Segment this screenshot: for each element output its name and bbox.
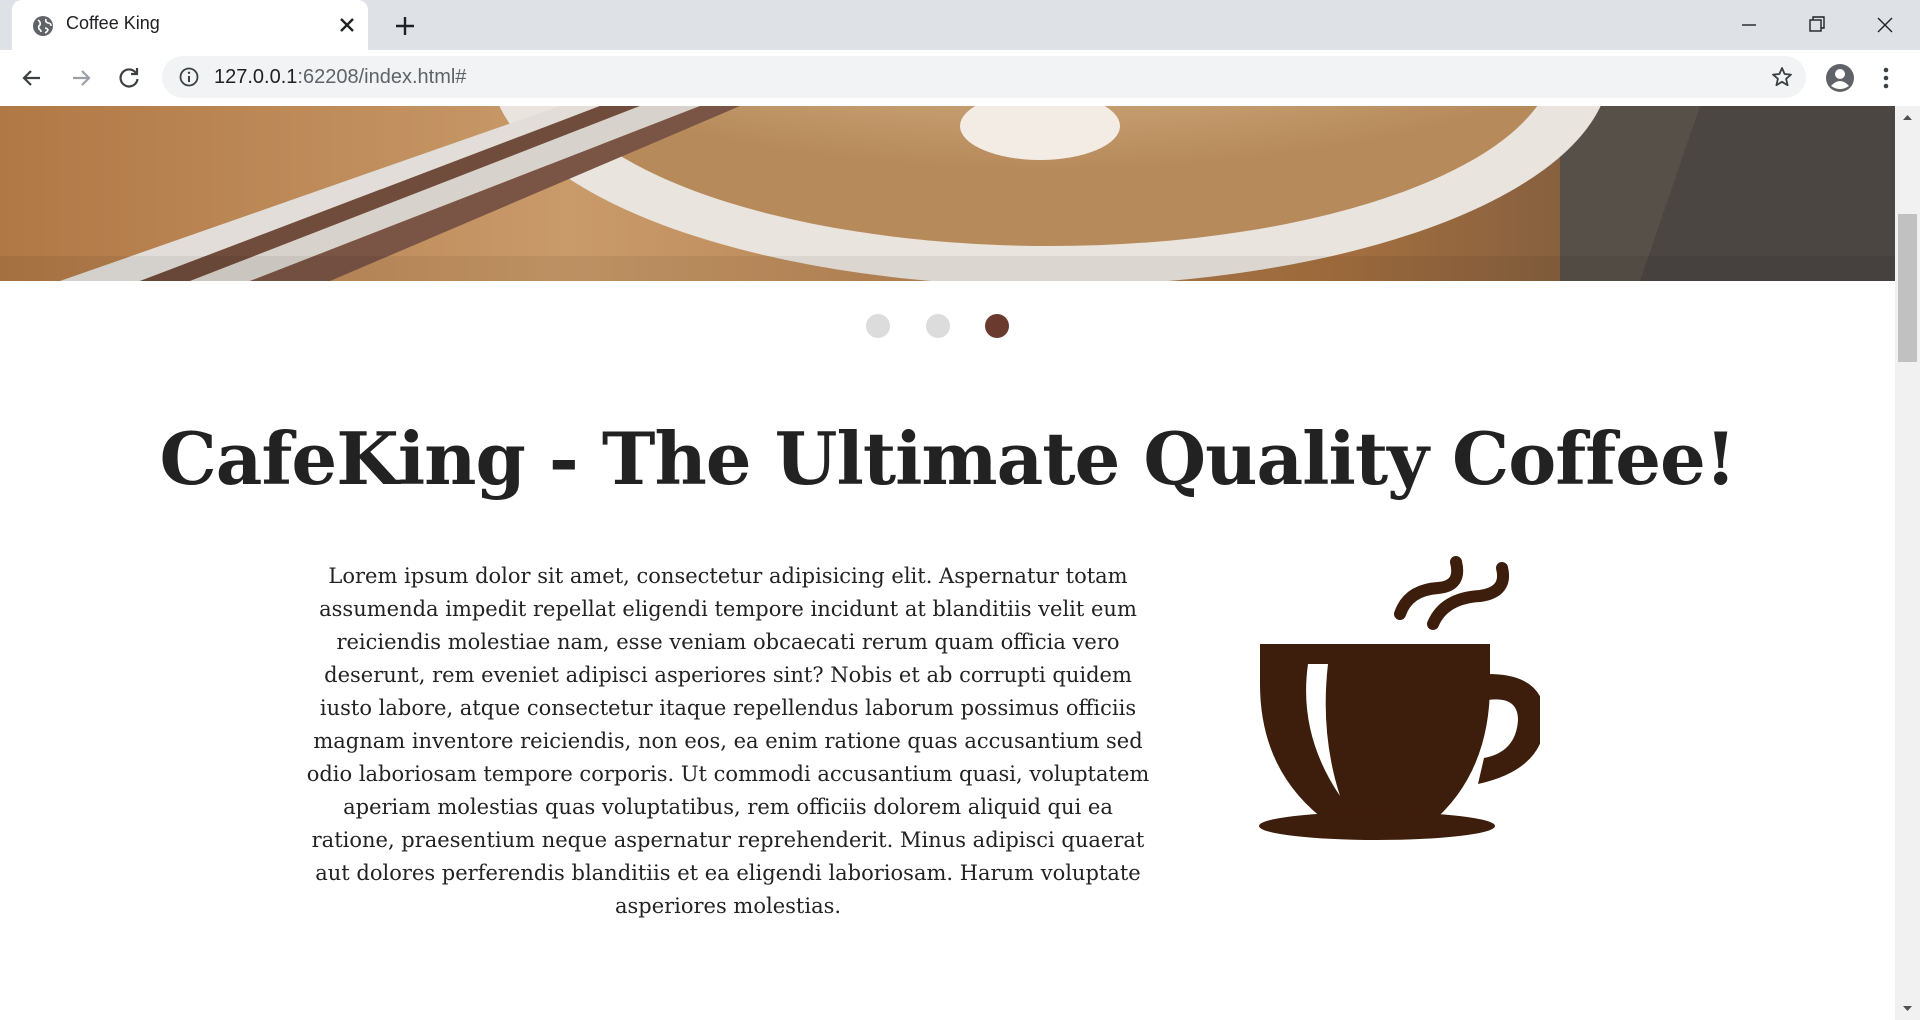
new-tab-icon[interactable] [392, 13, 418, 39]
forward-icon[interactable] [67, 64, 95, 92]
tab-title: Coffee King [66, 13, 160, 33]
info-icon[interactable] [178, 66, 200, 88]
browser-tab[interactable]: Coffee King [12, 0, 368, 51]
back-icon[interactable] [18, 64, 46, 92]
url-path: :62208/index.html# [297, 66, 467, 88]
url-text[interactable]: 127.0.0.1:62208/index.html# [214, 66, 466, 89]
coffee-cup-icon [1259, 556, 1540, 840]
scroll-up-arrow-icon[interactable] [1895, 106, 1920, 130]
url-host: 127.0.0.1 [214, 66, 298, 88]
carousel-indicators [0, 310, 1895, 340]
kebab-menu-icon[interactable] [1876, 64, 1896, 92]
browser-toolbar: 127.0.0.1:62208/index.html# [0, 50, 1920, 107]
page-viewport: CafeKing - The Ultimate Quality Coffee! … [0, 106, 1895, 1020]
page-scrollbar[interactable] [1895, 106, 1920, 1020]
profile-avatar-icon[interactable] [1824, 62, 1856, 94]
minimize-icon[interactable] [1734, 10, 1764, 40]
globe-icon [33, 16, 53, 36]
intro-paragraph: Lorem ipsum dolor sit amet, consectetur … [306, 564, 1150, 918]
restore-icon[interactable] [1802, 10, 1832, 40]
reload-icon[interactable] [115, 64, 143, 92]
hero-carousel-image [0, 106, 1895, 281]
carousel-dot-2[interactable] [926, 314, 950, 338]
carousel-dot-1[interactable] [866, 314, 890, 338]
address-bar[interactable]: 127.0.0.1:62208/index.html# [162, 56, 1806, 98]
browser-tabstrip: Coffee King [0, 0, 1920, 51]
scroll-down-arrow-icon[interactable] [1895, 996, 1920, 1020]
carousel-dot-3[interactable] [985, 314, 1009, 338]
page-headline: CafeKing - The Ultimate Quality Coffee! [159, 416, 1737, 501]
close-tab-icon[interactable] [336, 14, 358, 36]
scrollbar-thumb[interactable] [1898, 214, 1917, 362]
close-window-icon[interactable] [1870, 10, 1900, 40]
bookmark-star-icon[interactable] [1770, 65, 1794, 89]
